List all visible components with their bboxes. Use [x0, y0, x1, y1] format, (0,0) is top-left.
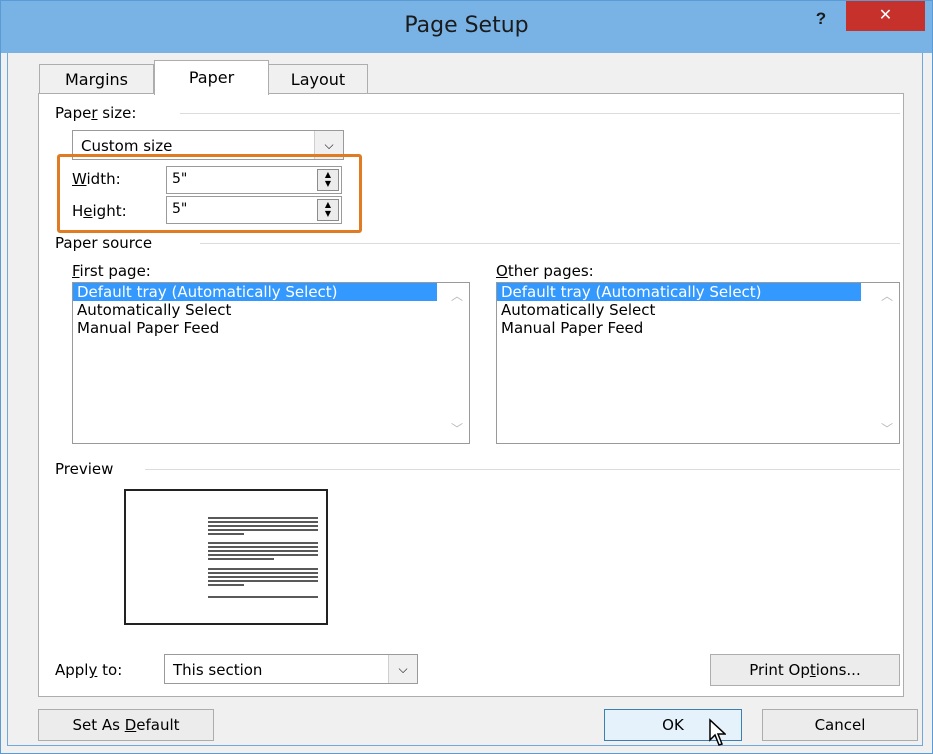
list-item[interactable]: Default tray (Automatically Select)	[73, 283, 437, 301]
group-divider	[180, 113, 900, 114]
list-item[interactable]: Default tray (Automatically Select)	[497, 283, 861, 301]
group-divider	[145, 469, 900, 470]
other-pages-list[interactable]: Default tray (Automatically Select) Auto…	[496, 282, 900, 444]
tab-label: Paper	[188, 68, 235, 87]
list-item[interactable]: Manual Paper Feed	[497, 319, 861, 337]
chevron-down-icon[interactable]: ⌵	[388, 655, 417, 683]
group-divider	[200, 243, 900, 244]
scrollbar[interactable]: ︿ ﹀	[447, 283, 469, 443]
chevron-up-icon[interactable]: ︿	[451, 287, 463, 304]
list-item[interactable]: Manual Paper Feed	[73, 319, 437, 337]
cancel-button[interactable]: Cancel	[762, 709, 918, 741]
tab-label: Margins	[65, 70, 128, 89]
paper-size-value: Custom size	[81, 137, 173, 155]
scrollbar[interactable]: ︿ ﹀	[877, 283, 899, 443]
apply-to-label: Apply to:	[55, 661, 123, 679]
other-pages-label: Other pages:	[496, 262, 594, 280]
close-button[interactable]: ✕	[846, 1, 925, 31]
page-preview	[124, 489, 328, 625]
tab-layout[interactable]: Layout	[268, 64, 368, 94]
dimension-highlight	[57, 154, 362, 233]
first-page-list[interactable]: Default tray (Automatically Select) Auto…	[72, 282, 470, 444]
paper-size-group-label: Paper size:	[55, 104, 143, 122]
apply-to-value: This section	[173, 661, 263, 679]
mouse-pointer-icon	[709, 718, 726, 746]
apply-to-select[interactable]: This section ⌵	[164, 654, 418, 684]
tab-paper[interactable]: Paper	[154, 60, 269, 95]
title-bar[interactable]: Page Setup ? ✕	[1, 1, 932, 53]
help-button[interactable]: ?	[807, 5, 835, 33]
list-item[interactable]: Automatically Select	[497, 301, 861, 319]
window-title: Page Setup	[404, 13, 529, 38]
first-page-label: First page:	[72, 262, 151, 280]
chevron-down-icon[interactable]: ﹀	[451, 420, 463, 437]
chevron-up-icon[interactable]: ︿	[881, 287, 893, 304]
print-options-button[interactable]: Print Options...	[710, 654, 900, 686]
set-as-default-button[interactable]: Set As Default	[38, 709, 214, 741]
preview-group-label: Preview	[55, 460, 120, 478]
close-icon: ✕	[878, 7, 893, 24]
tab-label: Layout	[290, 70, 346, 89]
paper-source-group-label: Paper source	[55, 234, 159, 252]
list-item[interactable]: Automatically Select	[73, 301, 437, 319]
chevron-down-icon[interactable]: ﹀	[881, 420, 893, 437]
tab-margins[interactable]: Margins	[39, 64, 154, 94]
